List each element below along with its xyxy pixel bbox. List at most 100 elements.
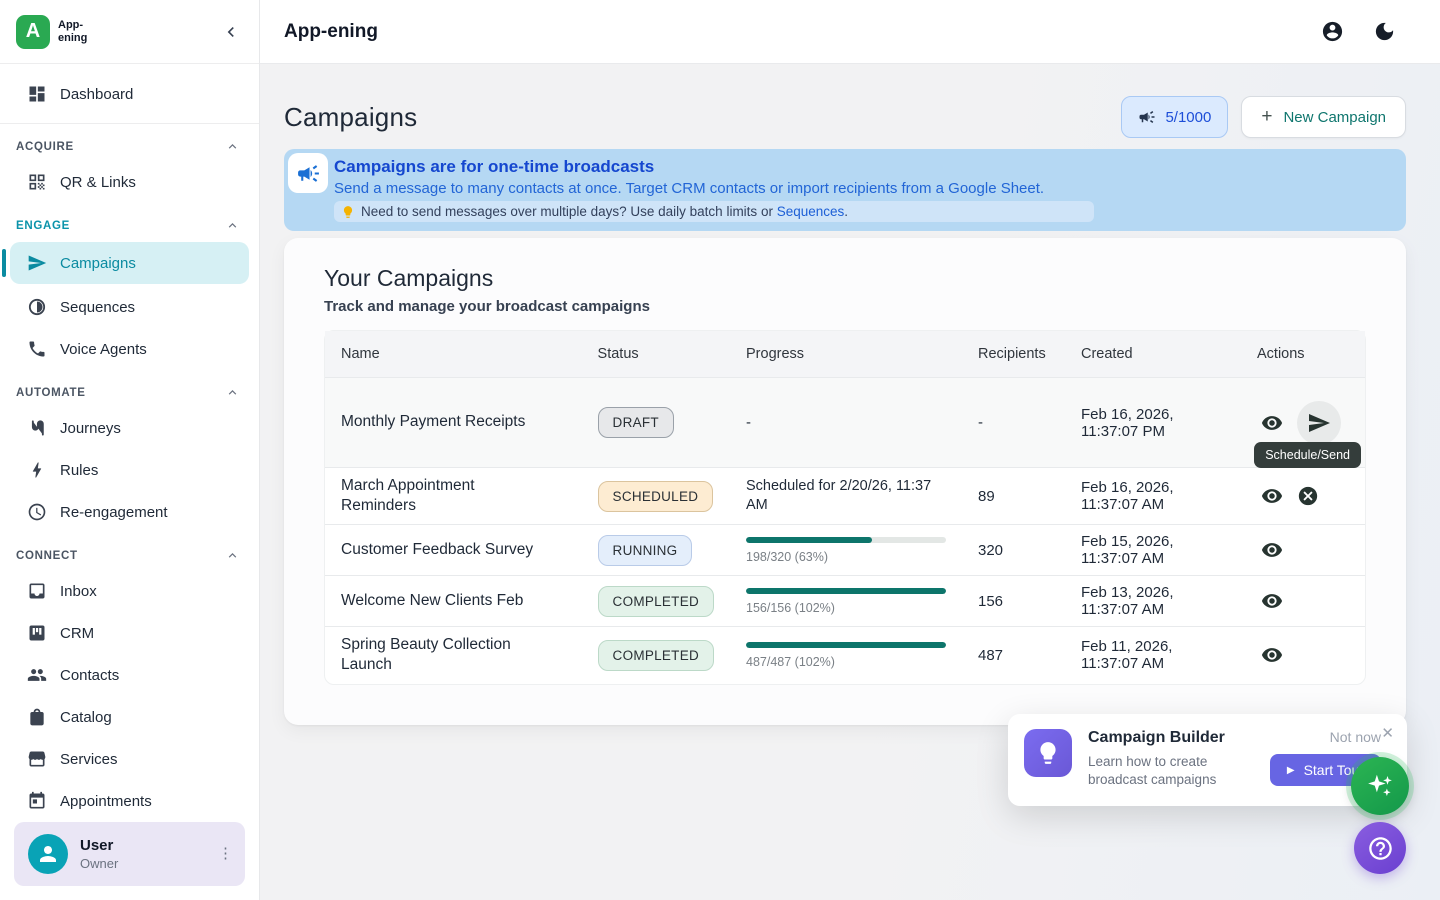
campaign-name: March Appointment Reminders: [341, 476, 541, 516]
sidebar-item-label: Campaigns: [60, 255, 136, 272]
sequences-link[interactable]: Sequences: [777, 204, 845, 219]
user-card[interactable]: User Owner ⋮: [14, 822, 245, 886]
not-now-button[interactable]: Not now: [1330, 729, 1381, 745]
new-campaign-button[interactable]: + New Campaign: [1241, 96, 1406, 138]
megaphone-icon: [1138, 108, 1156, 126]
view-button[interactable]: [1261, 590, 1283, 612]
banner-title: Campaigns are for one-time broadcasts: [334, 157, 1390, 177]
campaign-quota-badge[interactable]: 5/1000: [1121, 96, 1228, 138]
eye-icon: [1261, 412, 1283, 434]
schedule-send-tooltip: Schedule/Send: [1254, 442, 1361, 468]
campaign-name: Spring Beauty Collection Launch: [341, 635, 541, 675]
status-badge: RUNNING: [598, 535, 693, 566]
campaigns-table: Name Status Progress Recipients Created …: [324, 330, 1366, 685]
phone-icon: [27, 339, 47, 359]
sidebar-item-dashboard[interactable]: Dashboard: [0, 72, 259, 116]
sidebar-item-inbox[interactable]: Inbox: [0, 570, 259, 612]
table-row: March Appointment Reminders SCHEDULED Sc…: [325, 468, 1365, 525]
qr-code-icon: [27, 172, 47, 192]
progress-label: 487/487 (102%): [746, 655, 946, 669]
topbar-title: App-ening: [284, 21, 378, 43]
main-content: Campaigns 5/1000 + New Campaign Campaign…: [260, 64, 1440, 900]
sidebar-item-label: Sequences: [60, 299, 135, 316]
progress-bar: [746, 537, 946, 543]
cancel-button[interactable]: [1297, 485, 1319, 507]
recipients-value: 320: [962, 525, 1065, 576]
status-badge: COMPLETED: [598, 640, 714, 671]
created-value: Feb 16, 2026, 11:37:07 AM: [1065, 468, 1241, 525]
sidebar-collapse-button[interactable]: [221, 22, 241, 42]
help-fab[interactable]: [1354, 822, 1406, 874]
card-title: Your Campaigns: [324, 265, 1366, 292]
sidebar-item-label: Voice Agents: [60, 341, 147, 358]
section-acquire: ACQUIRE: [0, 124, 259, 161]
eye-icon: [1261, 539, 1283, 561]
sparkles-icon: [1365, 771, 1395, 801]
sidebar-item-journeys[interactable]: Journeys: [0, 407, 259, 449]
account-circle-icon[interactable]: [1321, 20, 1344, 43]
megaphone-icon: [296, 161, 321, 186]
send-icon: [27, 253, 47, 273]
sidebar-item-rules[interactable]: Rules: [0, 449, 259, 491]
dark-mode-moon-icon[interactable]: [1373, 20, 1396, 43]
sidebar-item-campaigns[interactable]: Campaigns: [10, 242, 249, 284]
view-button[interactable]: [1261, 539, 1283, 561]
progress-bar: [746, 588, 946, 594]
quota-text: 5/1000: [1165, 109, 1211, 126]
created-value: Feb 11, 2026, 11:37:07 AM: [1065, 627, 1241, 684]
view-button[interactable]: [1261, 485, 1283, 507]
table-row: Monthly Payment Receipts DRAFT - - Feb 1…: [325, 378, 1365, 468]
user-menu-kebab-icon[interactable]: ⋮: [218, 846, 233, 862]
sidebar-item-re-engagement[interactable]: Re-engagement: [0, 491, 259, 533]
chevron-up-icon[interactable]: [225, 385, 240, 400]
sidebar-item-label: Rules: [60, 462, 98, 479]
section-connect: CONNECT: [0, 533, 259, 570]
table-header-row: Name Status Progress Recipients Created …: [325, 331, 1365, 378]
banner-tip: Need to send messages over multiple days…: [334, 201, 1094, 222]
storefront-icon: [27, 749, 47, 769]
sidebar-item-catalog[interactable]: Catalog: [0, 696, 259, 738]
sidebar-item-contacts[interactable]: Contacts: [0, 654, 259, 696]
sidebar-item-label: Catalog: [60, 709, 112, 726]
calendar-icon: [27, 791, 47, 811]
progress-label: 198/320 (63%): [746, 550, 946, 564]
view-button[interactable]: [1261, 412, 1283, 434]
sidebar-item-voice-agents[interactable]: Voice Agents: [0, 328, 259, 370]
schedule-send-button[interactable]: [1297, 401, 1341, 445]
bolt-icon: [27, 460, 47, 480]
status-badge: SCHEDULED: [598, 481, 714, 512]
chevron-up-icon[interactable]: [225, 548, 240, 563]
sidebar-item-appointments[interactable]: Appointments: [0, 780, 259, 822]
section-engage: ENGAGE: [0, 203, 259, 240]
chevron-up-icon[interactable]: [225, 139, 240, 154]
banner-body: Send a message to many contacts at once.…: [334, 180, 1390, 197]
route-icon: [27, 418, 47, 438]
sidebar-item-qr-links[interactable]: QR & Links: [0, 161, 259, 203]
sidebar-item-label: Services: [60, 751, 118, 768]
sidebar-item-sequences[interactable]: Sequences: [0, 286, 259, 328]
col-header-progress: Progress: [730, 331, 962, 378]
ai-assistant-fab[interactable]: [1351, 757, 1409, 815]
sidebar-item-label: Contacts: [60, 667, 119, 684]
view-button[interactable]: [1261, 644, 1283, 666]
created-value: Feb 16, 2026, 11:37:07 PM: [1065, 378, 1241, 468]
user-name: User: [80, 837, 118, 854]
close-icon[interactable]: ✕: [1381, 724, 1394, 742]
recipients-value: 156: [962, 576, 1065, 627]
table-row: Spring Beauty Collection Launch COMPLETE…: [325, 627, 1365, 684]
sidebar-item-services[interactable]: Services: [0, 738, 259, 780]
status-badge: COMPLETED: [598, 586, 714, 617]
created-value: Feb 13, 2026, 11:37:07 AM: [1065, 576, 1241, 627]
sidebar-item-label: QR & Links: [60, 174, 136, 191]
banner-megaphone-tile: [288, 153, 328, 193]
col-header-name: Name: [325, 331, 582, 378]
people-icon: [27, 665, 47, 685]
sidebar-item-label: CRM: [60, 625, 94, 642]
campaign-name: Customer Feedback Survey: [341, 540, 541, 560]
progress-text: Scheduled for 2/20/26, 11:37 AM: [746, 477, 946, 516]
section-automate: AUTOMATE: [0, 370, 259, 407]
chevron-up-icon[interactable]: [225, 218, 240, 233]
created-value: Feb 15, 2026, 11:37:07 AM: [1065, 525, 1241, 576]
person-icon: [36, 842, 60, 866]
sidebar-item-crm[interactable]: CRM: [0, 612, 259, 654]
